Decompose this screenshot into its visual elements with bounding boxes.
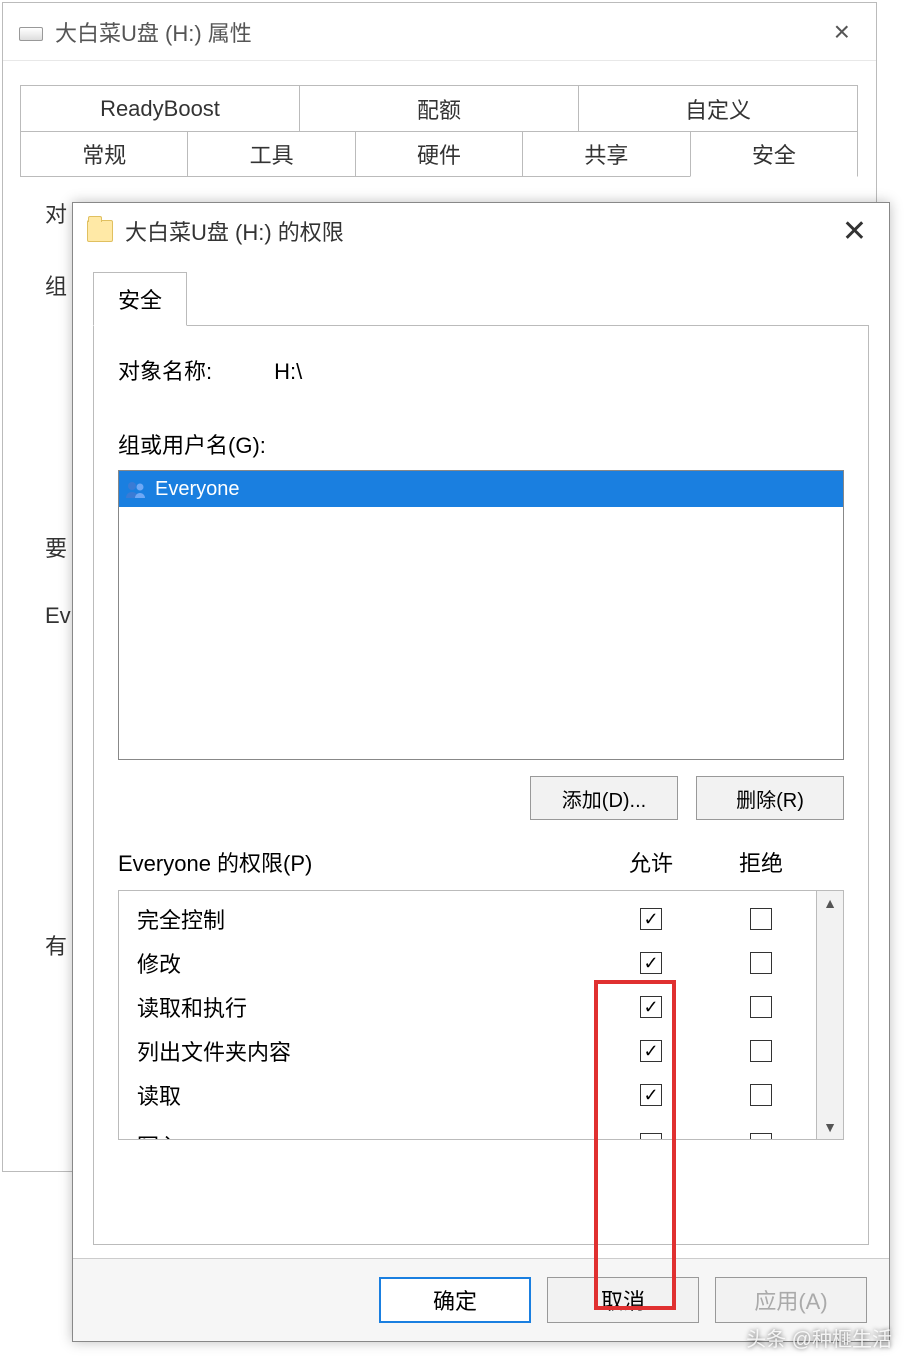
security-panel: 对象名称: H:\ 组或用户名(G): Everyone 添加(D)... 删除… — [93, 325, 869, 1245]
permission-label: 读取 — [137, 1079, 596, 1111]
object-name-value: H:\ — [274, 359, 302, 384]
users-icon — [125, 480, 149, 498]
allow-checkbox[interactable] — [640, 1040, 662, 1062]
permissions-body: 安全 对象名称: H:\ 组或用户名(G): Everyone 添加(D)...… — [73, 259, 889, 1258]
permission-label: 读取和执行 — [137, 991, 596, 1023]
permissions-header: Everyone 的权限(P) 允许 拒绝 — [118, 846, 844, 878]
tab-security[interactable]: 安全 — [690, 131, 858, 177]
list-item-everyone[interactable]: Everyone — [119, 471, 843, 507]
object-name-label: 对象名称: — [118, 354, 268, 386]
group-users-label: 组或用户名(G): — [118, 428, 844, 460]
allow-checkbox[interactable] — [640, 952, 662, 974]
permission-row: 写入 — [137, 1117, 816, 1140]
list-item-label: Everyone — [155, 478, 240, 501]
folder-icon — [87, 220, 113, 242]
allow-checkbox[interactable] — [640, 1084, 662, 1106]
deny-checkbox[interactable] — [750, 1084, 772, 1106]
permission-label: 列出文件夹内容 — [137, 1035, 596, 1067]
tab-security-inner[interactable]: 安全 — [93, 272, 187, 326]
tab-quota[interactable]: 配额 — [299, 85, 579, 131]
properties-titlebar: 大白菜U盘 (H:) 属性 × — [3, 3, 876, 61]
allow-checkbox[interactable] — [640, 996, 662, 1018]
permissions-for-label: Everyone 的权限(P) — [118, 846, 596, 878]
drive-icon — [19, 27, 43, 41]
apply-button[interactable]: 应用(A) — [715, 1277, 867, 1323]
deny-checkbox[interactable] — [750, 1040, 772, 1062]
permission-row: 读取和执行 — [137, 985, 816, 1029]
permission-row: 修改 — [137, 941, 816, 985]
properties-title: 大白菜U盘 (H:) 属性 — [55, 16, 818, 48]
deny-checkbox[interactable] — [750, 996, 772, 1018]
permissions-title: 大白菜U盘 (H:) 的权限 — [125, 215, 826, 247]
watermark: 头条 @种榧生活 — [746, 1323, 892, 1352]
permission-row: 读取 — [137, 1073, 816, 1117]
tab-tools[interactable]: 工具 — [187, 131, 355, 177]
permissions-grid: 完全控制 修改 读取和执行 列出文件夹内 — [118, 890, 816, 1140]
tab-sharing[interactable]: 共享 — [522, 131, 690, 177]
tab-general[interactable]: 常规 — [20, 131, 188, 177]
permissions-window: 大白菜U盘 (H:) 的权限 ✕ 安全 对象名称: H:\ 组或用户名(G): … — [72, 202, 890, 1342]
close-icon[interactable]: × — [818, 16, 866, 48]
scroll-up-icon[interactable]: ▲ — [823, 895, 837, 911]
object-name-row: 对象名称: H:\ — [118, 354, 844, 386]
permission-label: 写入 — [137, 1129, 596, 1140]
allow-column-header: 允许 — [596, 846, 706, 878]
tab-custom[interactable]: 自定义 — [578, 85, 858, 131]
deny-checkbox[interactable] — [750, 952, 772, 974]
tab-readyboost[interactable]: ReadyBoost — [20, 85, 300, 131]
scroll-down-icon[interactable]: ▼ — [823, 1119, 837, 1135]
close-icon[interactable]: ✕ — [826, 214, 883, 249]
permission-label: 修改 — [137, 947, 596, 979]
cancel-button[interactable]: 取消 — [547, 1277, 699, 1323]
user-buttons-row: 添加(D)... 删除(R) — [118, 776, 844, 820]
allow-checkbox[interactable] — [640, 1133, 662, 1140]
tab-hardware[interactable]: 硬件 — [355, 131, 523, 177]
permission-row: 列出文件夹内容 — [137, 1029, 816, 1073]
scrollbar[interactable]: ▲ ▼ — [816, 890, 844, 1140]
deny-checkbox[interactable] — [750, 908, 772, 930]
add-button[interactable]: 添加(D)... — [530, 776, 678, 820]
permission-row: 完全控制 — [137, 897, 816, 941]
deny-column-header: 拒绝 — [706, 846, 816, 878]
permission-label: 完全控制 — [137, 903, 596, 935]
allow-checkbox[interactable] — [640, 908, 662, 930]
deny-checkbox[interactable] — [750, 1133, 772, 1140]
ok-button[interactable]: 确定 — [379, 1277, 531, 1323]
remove-button[interactable]: 删除(R) — [696, 776, 844, 820]
permissions-titlebar: 大白菜U盘 (H:) 的权限 ✕ — [73, 203, 889, 259]
users-listbox[interactable]: Everyone — [118, 470, 844, 760]
